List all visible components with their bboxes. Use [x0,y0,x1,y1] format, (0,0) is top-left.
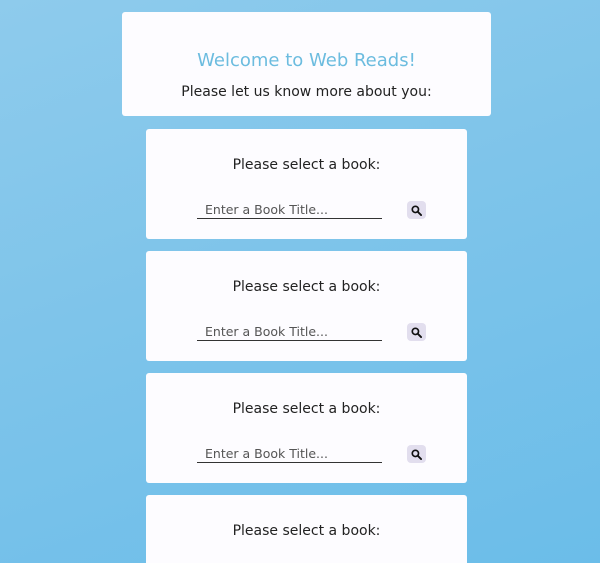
book-select-prompt: Please select a book: [232,157,381,173]
book-title-input[interactable] [197,201,382,219]
book-title-input[interactable] [197,323,382,341]
book-select-prompt: Please select a book: [232,523,381,539]
book-select-prompt: Please select a book: [232,279,381,295]
search-icon [411,204,422,216]
welcome-card: Welcome to Web Reads! Please let us know… [122,12,491,116]
search-button[interactable] [407,323,426,341]
book-select-card-3: Please select a book: [146,373,467,483]
book-select-card-4: Please select a book: [146,495,467,563]
book-select-prompt: Please select a book: [232,401,381,417]
book-select-card-2: Please select a book: [146,251,467,361]
page-subtitle: Please let us know more about you: [181,84,432,100]
search-icon [411,326,422,338]
book-title-input[interactable] [197,445,382,463]
page-title: Welcome to Web Reads! [197,50,416,71]
search-icon [411,448,422,460]
book-select-card-1: Please select a book: [146,129,467,239]
search-button[interactable] [407,201,426,219]
search-button[interactable] [407,445,426,463]
